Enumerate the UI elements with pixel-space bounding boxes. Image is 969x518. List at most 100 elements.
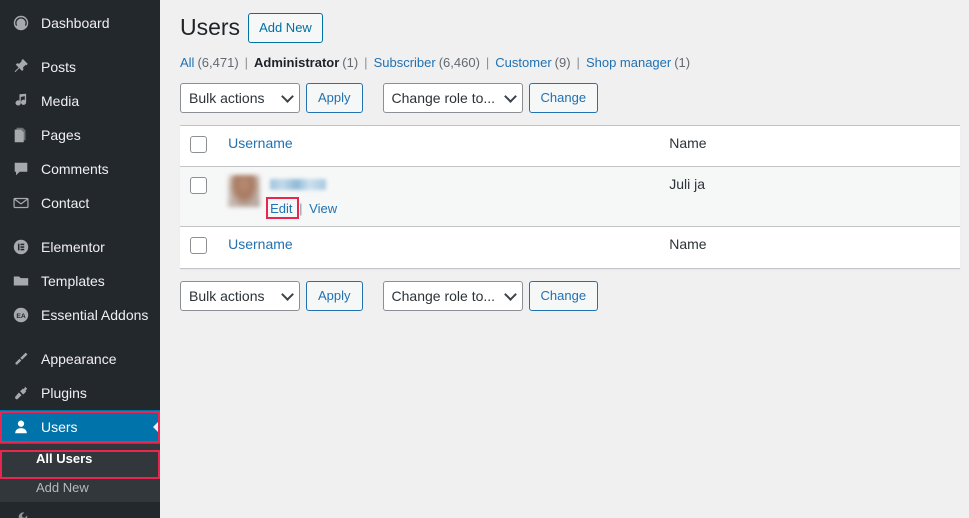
sidebar-item-label: Contact bbox=[41, 195, 90, 211]
admin-sidebar-menu: Dashboard Posts Media Pages Comments Con… bbox=[0, 0, 160, 518]
filter-count-customer: (9) bbox=[554, 54, 571, 70]
sidebar-item-label: Users bbox=[41, 419, 78, 435]
essential-addons-icon: EA bbox=[11, 305, 31, 325]
folder-icon bbox=[11, 271, 31, 291]
dashboard-icon bbox=[11, 13, 31, 33]
admin-content-area: Users Add New All (6,471) | Administrato… bbox=[160, 0, 969, 518]
change-role-selected-value: Change role to... bbox=[391, 89, 496, 106]
sidebar-item-pages[interactable]: Pages bbox=[0, 118, 160, 152]
users-icon bbox=[11, 417, 31, 437]
change-role-button-top[interactable]: Change bbox=[528, 82, 599, 113]
username-column-header: Username bbox=[218, 125, 660, 168]
filter-link-customer[interactable]: Customer bbox=[495, 55, 551, 70]
users-page-wrap: Users Add New All (6,471) | Administrato… bbox=[160, 0, 969, 311]
sidebar-item-label: Elementor bbox=[41, 239, 105, 255]
users-submenu: All Users Add New bbox=[0, 444, 160, 502]
sidebar-item-contact[interactable]: Contact bbox=[0, 186, 160, 220]
username-sort-link-bottom[interactable]: Username bbox=[228, 236, 293, 252]
submenu-item-label: Add New bbox=[36, 480, 89, 495]
bulk-actions-selected-value: Bulk actions bbox=[189, 89, 265, 106]
appearance-brush-icon bbox=[11, 349, 31, 369]
filter-item-subscriber: Subscriber (6,460) | bbox=[374, 55, 496, 70]
sidebar-item-users[interactable]: Users bbox=[0, 410, 160, 444]
wordpress-admin-screen: Dashboard Posts Media Pages Comments Con… bbox=[0, 0, 969, 518]
name-column-footer: Name bbox=[659, 226, 960, 269]
change-role-select-bottom[interactable]: Change role to... bbox=[382, 280, 523, 311]
elementor-icon bbox=[11, 237, 31, 257]
select-all-checkbox-top[interactable] bbox=[190, 135, 207, 153]
bulk-actions-select-top[interactable]: Bulk actions bbox=[180, 82, 300, 113]
plugins-plug-icon bbox=[11, 383, 31, 403]
edit-user-link[interactable]: Edit bbox=[270, 201, 292, 216]
sidebar-item-plugins[interactable]: Plugins bbox=[0, 376, 160, 410]
row-actions: Edit | View bbox=[266, 197, 337, 220]
filter-link-shop-manager[interactable]: Shop manager bbox=[586, 55, 671, 70]
row-select-cell bbox=[180, 167, 218, 227]
pages-icon bbox=[11, 125, 31, 145]
user-text-block: redacted Edit | View bbox=[266, 175, 337, 220]
filter-item-administrator: Administrator (1) | bbox=[254, 55, 374, 70]
add-new-user-button[interactable]: Add New bbox=[248, 13, 323, 43]
username-link[interactable]: redacted bbox=[270, 179, 327, 191]
row-name-cell: Juli ja bbox=[669, 176, 706, 193]
select-all-checkbox-bottom[interactable] bbox=[190, 237, 207, 255]
filter-item-shop-manager: Shop manager (1) bbox=[586, 55, 690, 70]
sidebar-item-posts[interactable]: Posts bbox=[0, 50, 160, 84]
pin-icon bbox=[11, 57, 31, 77]
submenu-item-all-users[interactable]: All Users bbox=[0, 444, 160, 473]
change-role-button-bottom[interactable]: Change bbox=[528, 280, 599, 311]
bulk-actions-select-bottom[interactable]: Bulk actions bbox=[180, 280, 300, 311]
row-checkbox[interactable] bbox=[190, 177, 207, 195]
sidebar-item-label: Appearance bbox=[41, 351, 117, 367]
chevron-down-icon bbox=[503, 287, 517, 301]
media-icon bbox=[11, 91, 31, 111]
filter-separator: | bbox=[244, 54, 249, 70]
avatar bbox=[228, 175, 261, 208]
table-row: redacted Edit | View Jul bbox=[180, 166, 960, 227]
sidebar-item-partially-visible[interactable] bbox=[0, 502, 160, 518]
chevron-down-icon bbox=[281, 287, 294, 301]
users-table: Username Name Edit | View Juli ja Userna… bbox=[180, 124, 960, 269]
sidebar-item-label: Templates bbox=[41, 273, 105, 289]
filter-link-all[interactable]: All bbox=[180, 55, 194, 70]
apply-bulk-action-button-top[interactable]: Apply bbox=[306, 82, 363, 113]
sidebar-item-appearance[interactable]: Appearance bbox=[0, 342, 160, 376]
submenu-item-add-new[interactable]: Add New bbox=[0, 473, 160, 502]
users-table-body: redacted Edit | View Jul bbox=[180, 166, 960, 227]
select-all-header-cell bbox=[180, 125, 219, 168]
filter-count-administrator: (1) bbox=[342, 54, 359, 70]
sidebar-item-label: Posts bbox=[41, 59, 77, 75]
filter-link-administrator[interactable]: Administrator bbox=[254, 55, 339, 70]
chevron-down-icon bbox=[281, 90, 294, 103]
table-footer-row: Username Name bbox=[180, 226, 960, 269]
change-role-selected-value: Change role to... bbox=[391, 287, 496, 304]
sidebar-item-essential-addons[interactable]: EA Essential Addons bbox=[0, 298, 160, 332]
row-actions-separator: | bbox=[299, 201, 303, 217]
page-header: Users Add New bbox=[180, 10, 969, 43]
sidebar-item-comments[interactable]: Comments bbox=[0, 152, 160, 186]
sidebar-item-label: Plugins bbox=[41, 385, 87, 401]
username-sort-link[interactable]: Username bbox=[228, 135, 293, 151]
filter-item-customer: Customer (9) | bbox=[495, 55, 586, 70]
username-column-footer: Username bbox=[218, 226, 660, 269]
current-menu-arrow-icon bbox=[153, 419, 160, 435]
filter-count-subscriber: (6,460) bbox=[438, 54, 480, 70]
sidebar-item-dashboard[interactable]: Dashboard bbox=[0, 6, 160, 40]
sidebar-item-templates[interactable]: Templates bbox=[0, 264, 160, 298]
apply-bulk-action-button-bottom[interactable]: Apply bbox=[306, 280, 363, 311]
filter-item-all: All (6,471) | bbox=[180, 55, 254, 70]
svg-text:EA: EA bbox=[16, 313, 25, 320]
chevron-down-icon bbox=[503, 90, 517, 103]
name-column-header: Name bbox=[659, 125, 960, 168]
comments-icon bbox=[11, 159, 31, 179]
filter-count-all: (6,471) bbox=[197, 54, 239, 70]
sidebar-item-label: Pages bbox=[41, 127, 81, 143]
filter-link-subscriber[interactable]: Subscriber bbox=[374, 55, 436, 70]
users-table-foot: Username Name bbox=[180, 226, 960, 269]
sidebar-item-media[interactable]: Media bbox=[0, 84, 160, 118]
view-user-link[interactable]: View bbox=[309, 201, 337, 216]
change-role-select-top[interactable]: Change role to... bbox=[382, 82, 523, 113]
sidebar-item-elementor[interactable]: Elementor bbox=[0, 230, 160, 264]
bulk-actions-selected-value: Bulk actions bbox=[189, 287, 265, 304]
envelope-icon bbox=[11, 193, 31, 213]
